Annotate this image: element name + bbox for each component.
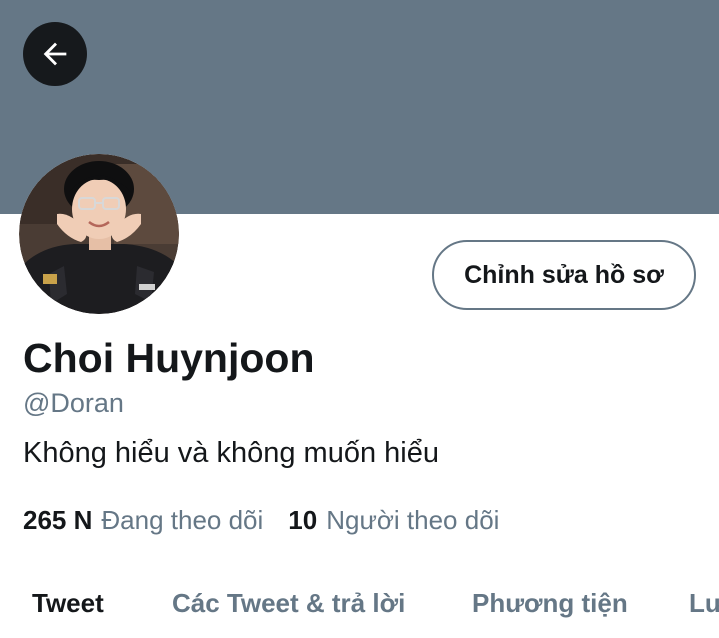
followers-label: Người theo dõi — [326, 505, 500, 535]
edit-profile-button[interactable]: Chỉnh sửa hồ sơ — [432, 240, 696, 310]
followers-stat[interactable]: 10 Người theo dõi — [288, 505, 499, 536]
tab-tweets[interactable]: Tweet — [32, 588, 104, 619]
profile-handle: @Doran — [23, 388, 124, 418]
profile-display-name: Choi Huynjoon — [23, 335, 315, 381]
profile-bio: Không hiểu và không muốn hiểu — [23, 437, 439, 469]
tab-tweets-and-replies[interactable]: Các Tweet & trả lời — [172, 588, 405, 619]
avatar-image — [19, 154, 179, 314]
avatar[interactable] — [19, 154, 179, 314]
tab-likes[interactable]: Lượt thích — [689, 588, 719, 619]
arrow-left-icon — [43, 42, 67, 66]
followers-count: 10 — [288, 505, 318, 535]
following-stat[interactable]: 265 N Đang theo dõi — [23, 505, 263, 536]
profile-tabs: Tweet Các Tweet & trả lời Phương tiện Lư… — [0, 588, 719, 638]
profile-stats: 265 N Đang theo dõi 10 Người theo dõi — [23, 505, 524, 536]
back-button[interactable] — [23, 22, 87, 86]
following-count: 265 N — [23, 505, 93, 535]
tab-media[interactable]: Phương tiện — [472, 588, 628, 619]
following-label: Đang theo dõi — [101, 505, 264, 535]
